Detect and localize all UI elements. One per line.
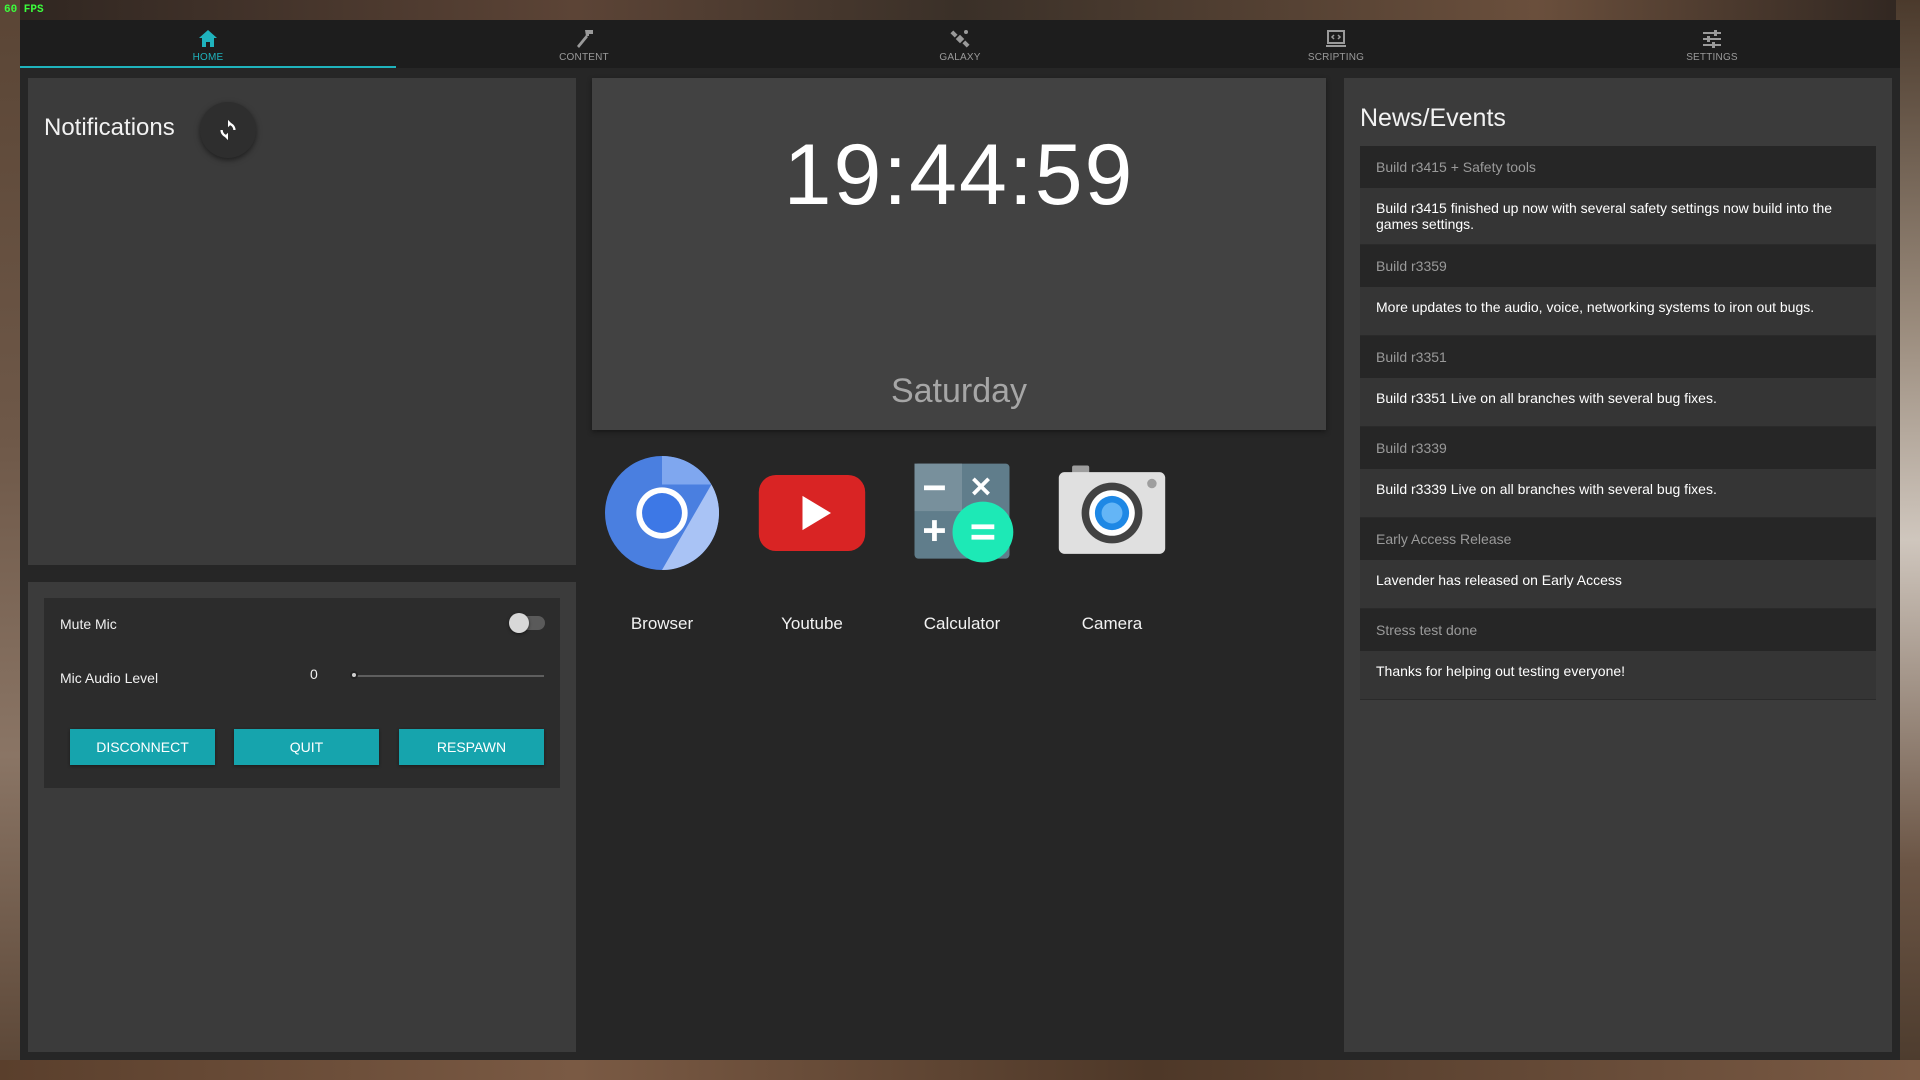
voice-controls-panel: Mute Mic Mic Audio Level 0 DISCONNECT QU… [28, 582, 576, 1052]
news-panel: News/Events Build r3415 + Safety tools B… [1344, 78, 1892, 1052]
tab-settings[interactable]: SETTINGS [1524, 20, 1900, 68]
tab-home[interactable]: HOME [20, 20, 396, 68]
news-item-body: Build r3339 Live on all branches with se… [1360, 469, 1876, 518]
youtube-icon [758, 475, 866, 551]
news-item-title: Build r3415 + Safety tools [1360, 146, 1876, 188]
news-item-body: More updates to the audio, voice, networ… [1360, 287, 1876, 336]
mute-mic-toggle[interactable] [509, 613, 545, 633]
app-camera-label: Camera [1081, 614, 1143, 633]
home-icon [199, 30, 217, 47]
tab-scripting[interactable]: SCRIPTING [1148, 20, 1524, 68]
news-item-title: Build r3351 [1360, 336, 1876, 378]
news-item-body: Build r3351 Live on all branches with se… [1360, 378, 1876, 427]
background-floor-top [0, 0, 1920, 20]
background-floor-bottom [0, 1060, 1920, 1080]
app-youtube-label: Youtube [781, 614, 843, 633]
news-item-title: Early Access Release [1360, 518, 1876, 560]
respawn-button[interactable]: RESPAWN [399, 729, 544, 765]
clock-widget: 19:44:59 Saturday [592, 78, 1326, 430]
news-item-body: Build r3415 finished up now with several… [1360, 188, 1876, 245]
news-item-body: Thanks for helping out testing everyone! [1360, 651, 1876, 700]
camera-icon [1058, 465, 1166, 554]
notifications-panel: Notifications [28, 78, 576, 565]
tab-content[interactable]: CONTENT [396, 20, 772, 68]
refresh-button[interactable] [200, 102, 256, 158]
tab-home-label: HOME [192, 52, 224, 63]
slider-track [354, 675, 544, 677]
tab-galaxy[interactable]: GALAXY [772, 20, 1148, 68]
slider-thumb[interactable] [350, 671, 358, 679]
toggle-knob [509, 613, 529, 633]
news-item-body: Lavender has released on Early Access [1360, 560, 1876, 609]
refresh-icon [220, 119, 236, 141]
mute-mic-label: Mute Mic [60, 616, 117, 632]
code-screen-icon [1326, 30, 1346, 47]
tablet-screen: HOME CONTENT GALAXY SCRIPTING SETTINGS N… [20, 20, 1900, 1060]
calculator-icon [914, 463, 1014, 563]
news-list: Build r3415 + Safety tools Build r3415 f… [1360, 146, 1876, 700]
tab-scripting-label: SCRIPTING [1307, 52, 1365, 63]
notifications-title: Notifications [44, 114, 175, 141]
clock-day: Saturday [890, 372, 1028, 410]
fps-counter: 60 FPS [4, 4, 44, 16]
news-item-title: Stress test done [1360, 609, 1876, 651]
chromium-icon [605, 456, 719, 570]
mic-level-value: 0 [310, 666, 318, 682]
app-browser-label: Browser [630, 614, 694, 633]
disconnect-button[interactable]: DISCONNECT [70, 729, 215, 765]
background-wall-left [0, 0, 20, 1080]
tab-content-label: CONTENT [559, 52, 609, 63]
sliders-icon [1703, 30, 1721, 48]
app-calculator-label: Calculator [923, 614, 1001, 633]
clock-time: 19:44:59 [783, 127, 1135, 223]
tab-galaxy-label: GALAXY [939, 52, 981, 63]
news-item-title: Build r3339 [1360, 427, 1876, 469]
voice-controls-box: Mute Mic Mic Audio Level 0 DISCONNECT QU… [44, 598, 560, 788]
hammer-icon [577, 30, 593, 48]
tab-settings-label: SETTINGS [1686, 52, 1738, 63]
quit-button[interactable]: QUIT [234, 729, 379, 765]
mic-level-slider[interactable] [350, 668, 544, 684]
satellite-icon [950, 30, 970, 48]
news-title: News/Events [1360, 104, 1506, 132]
top-nav: HOME CONTENT GALAXY SCRIPTING SETTINGS [20, 20, 1900, 68]
news-item-title: Build r3359 [1360, 245, 1876, 287]
mic-level-label: Mic Audio Level [60, 670, 159, 686]
